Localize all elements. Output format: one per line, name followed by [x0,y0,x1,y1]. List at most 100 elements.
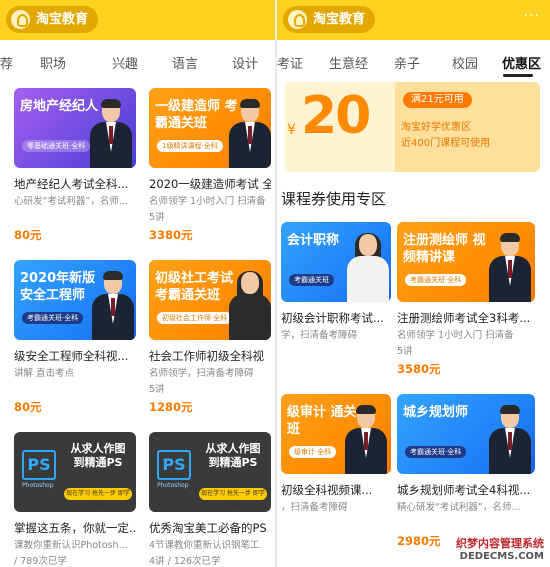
thumbnail-title: 注册测绘师 视频精讲课 [403,233,486,265]
course-thumbnail: 注册测绘师 视频精讲课 考霸通关班·全科 [397,222,535,302]
course-card[interactable]: 城乡规划师 考霸通关班·全科 城乡规划师考试全4科视... 精心研发“考试利器”… [397,394,535,549]
instructor-photo [345,405,387,474]
course-thumbnail: 级审计 通关班 级审计·全科 [281,394,391,474]
coupon-info-area: 满21元可用 淘宝好学优惠区 近400门课程可使用 [395,82,540,172]
course-price: 80元 [14,400,42,414]
tab-campus[interactable]: 校园 [452,53,478,72]
photoshop-icon: PS [22,450,56,480]
course-card[interactable]: 2020年新版 安全工程师 考霸通关班·全科 级安全工程师全科视... 讲解 直… [14,260,136,415]
instructor-photo [489,233,531,302]
tab-language[interactable]: 语言 [172,53,198,72]
tab-workplace[interactable]: 职场 [40,53,66,72]
taobao-education-logo[interactable]: 淘宝教育 [6,6,99,33]
tab-parenting[interactable]: 亲子 [394,53,420,72]
right-screen: 淘宝教育 ··· 考证 生意经 亲子 校园 优惠区 ¥ 20 满21元可用 淘宝… [277,0,550,567]
lesson-count: 5讲 [149,212,165,223]
course-desc: 讲解 直击考点 [14,368,75,379]
course-card[interactable]: 一级建造师 考霸通关班 1级精讲课程·全科 2020一级建造师考试 全 名师领学… [149,88,271,243]
course-title: 初级会计职称考试... [281,311,384,325]
course-thumbnail: PS Photoshop 从求人作图 到精通PS 现在学习 抢先一步 即学即用 [149,432,271,512]
course-title: 2020一级建造师考试 全 [149,177,271,191]
course-price: 1280元 [149,400,193,414]
watermark-url: DEDECMS.COM [459,551,544,562]
currency-symbol: ¥ [287,122,296,138]
thumbnail-subtitle: 考霸通关班 [289,274,334,286]
course-desc: 名师领学，扫清备考障碍 [149,368,254,379]
course-thumbnail: 初级社工考试 考霸通关班 初级社会工作师·全科 [149,260,271,340]
thumbnail-title: 从求人作图 到精通PS [70,442,126,469]
course-desc: 名师领学 1小时入门 扫清备 [397,330,514,341]
course-price: 3380元 [149,228,193,242]
tab-interests[interactable]: 兴趣 [112,53,138,72]
course-card[interactable]: 初级社工考试 考霸通关班 初级社会工作师·全科 社会工作师初级全科视 名师领学，… [149,260,271,415]
coupon-banner[interactable]: ¥ 20 满21元可用 淘宝好学优惠区 近400门课程可使用 [285,82,540,172]
instructor-photo [347,233,389,302]
thumbnail-subtitle: 初级社会工作师·全科 [157,312,233,324]
active-tab-indicator [503,74,533,77]
coupon-condition-badge: 满21元可用 [403,92,472,108]
course-thumbnail: 会计职称 考霸通关班 [281,222,391,302]
instructor-photo [92,271,134,340]
course-title: 优秀淘宝美工必备的PS [149,521,267,535]
course-title: 级安全工程师全科视... [14,349,129,363]
category-tabs: 荐 职场 兴趣 语言 设计 [0,40,275,80]
course-thumbnail: 城乡规划师 考霸通关班·全科 [397,394,535,474]
thumbnail-subtitle: 级审计·全科 [289,446,337,458]
tab-recommended[interactable]: 荐 [0,53,13,72]
lesson-count: 5讲 [397,346,413,357]
coupon-amount: 20 [301,86,371,146]
course-price: 3580元 [397,362,441,376]
thumbnail-subtitle: 考霸通关班·全科 [405,446,467,458]
course-card[interactable]: PS Photoshop 从求人作图 到精通PS 现在学习 抢先一步 即学即用 … [14,432,136,567]
course-thumbnail: PS Photoshop 从求人作图 到精通PS 现在学习 抢先一步 即学即用 [14,432,136,512]
thumbnail-subtitle: 1级精讲课程·全科 [157,140,223,152]
tab-certificate[interactable]: 考证 [277,53,303,72]
course-title: 初级全科视频课... [281,483,373,497]
thumbnail-subtitle: 零基础通关班·全科 [22,140,91,152]
left-screen: 淘宝教育 荐 职场 兴趣 语言 设计 房地产经纪人 零基础通关班·全科 地产经纪… [0,0,275,567]
thumbnail-chip: 现在学习 抢先一步 即学即用 [199,488,267,509]
course-thumbnail: 2020年新版 安全工程师 考霸通关班·全科 [14,260,136,340]
course-card[interactable]: 房地产经纪人 零基础通关班·全科 地产经纪人考试全科... 心研发“考试利器”，… [14,88,136,243]
course-desc: 精心研发“考试利器”，名师... [397,502,521,513]
coupon-note: 近400门课程可使用 [401,138,491,149]
course-title: 社会工作师初级全科视 [149,349,264,363]
course-title: 地产经纪人考试全科... [14,177,129,191]
logo-text: 淘宝教育 [36,12,89,27]
lightbulb-icon [11,10,30,29]
course-desc: 学，扫清备考障碍 [281,330,358,341]
thumbnail-title: 房地产经纪人 [20,99,99,114]
photoshop-label: Photoshop [22,482,54,489]
course-desc: 4节课教你重新认识钢笔工 [149,540,260,551]
photoshop-label: Photoshop [157,482,189,489]
course-title: 城乡规划师考试全4科视... [397,483,531,497]
logo-text: 淘宝教育 [313,12,366,27]
learner-count: 4讲 / 126次已学 [149,556,221,567]
section-title: 课程券使用专区 [281,190,387,208]
thumbnail-title: 从求人作图 到精通PS [205,442,261,469]
watermark: 织梦内容管理系统 DEDECMS.COM [456,537,544,563]
course-card[interactable]: PS Photoshop 从求人作图 到精通PS 现在学习 抢先一步 即学即用 … [149,432,271,567]
thumbnail-title: 2020年新版 安全工程师 [20,271,96,303]
thumbnail-title: 城乡规划师 [403,405,469,420]
tab-business[interactable]: 生意经 [329,53,368,72]
watermark-text: 织梦内容管理系统 [456,537,544,550]
course-card[interactable]: 级审计 通关班 级审计·全科 初级全科视频课... ，扫清备考障碍 [281,394,391,514]
course-card[interactable]: 注册测绘师 视频精讲课 考霸通关班·全科 注册测绘师考试全3科考... 名师领学… [397,222,535,377]
thumbnail-chip: 现在学习 抢先一步 即学即用 [64,488,132,509]
course-title: 注册测绘师考试全3科考... [397,311,531,325]
learner-count: / 789次已学 [14,556,67,567]
course-desc: 心研发“考试利器”，名师... [14,196,128,207]
instructor-photo [229,271,271,340]
more-icon[interactable]: ··· [524,8,540,24]
course-desc: 名师领学 1小时入门 扫清备 [149,196,266,207]
course-card[interactable]: 会计职称 考霸通关班 初级会计职称考试... 学，扫清备考障碍 [281,222,391,342]
thumbnail-subtitle: 考霸通关班·全科 [405,274,467,286]
lightbulb-icon [288,10,307,29]
app-header: 淘宝教育 [0,0,275,40]
taobao-education-logo[interactable]: 淘宝教育 [283,6,376,33]
app-header: 淘宝教育 ··· [277,0,550,40]
tab-discount-zone[interactable]: 优惠区 [502,53,541,72]
tab-design[interactable]: 设计 [232,53,258,72]
instructor-photo [229,99,271,168]
